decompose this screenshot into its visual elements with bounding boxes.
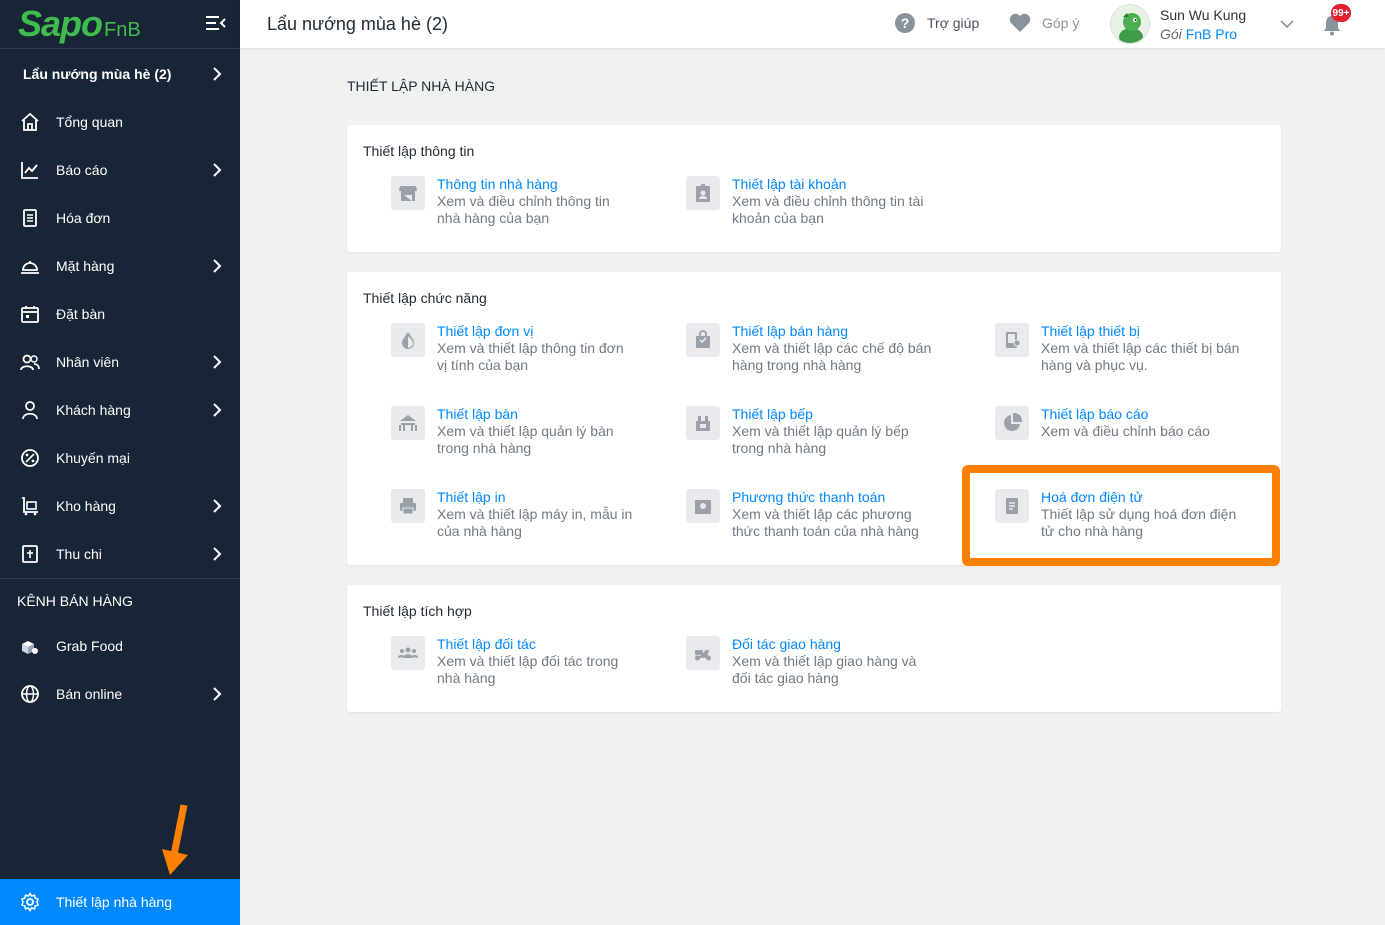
- pie-chart-icon: [995, 406, 1029, 440]
- logo-bar: Sapo FnB: [0, 0, 240, 48]
- staff-icon: [20, 352, 40, 372]
- chevron-down-icon[interactable]: [1280, 17, 1294, 31]
- notification-badge: 99+: [1331, 4, 1351, 22]
- sapo-logo[interactable]: Sapo FnB: [18, 6, 141, 42]
- sales-channel-heading: KÊNH BÁN HÀNG: [0, 578, 240, 622]
- feedback-link[interactable]: Góp ý: [1009, 13, 1079, 33]
- sidebar-item-products[interactable]: Mặt hàng: [0, 242, 240, 290]
- sidebar-item-label: Khuyến mại: [56, 450, 130, 466]
- chevron-right-icon: [213, 66, 222, 81]
- chevron-right-icon: [213, 259, 222, 273]
- e-invoice-highlight-box: [962, 465, 1280, 566]
- menu-collapse-icon[interactable]: [206, 14, 226, 32]
- setting-reports[interactable]: Thiết lập báo cáo Xem và điều chỉnh báo c…: [995, 406, 1255, 440]
- gear-icon: [20, 892, 40, 912]
- invoice-icon: [20, 208, 40, 228]
- sidebar-item-staff[interactable]: Nhân viên: [0, 338, 240, 386]
- chevron-right-icon: [213, 403, 222, 417]
- question-icon: ?: [895, 13, 915, 33]
- table-icon: [391, 406, 425, 440]
- setting-partners[interactable]: Thiết lập đối tác Xem và thiết lập đối tá…: [391, 636, 651, 687]
- drop-icon: [391, 323, 425, 357]
- grabfood-icon: [20, 636, 40, 656]
- card-title: Thiết lập tích hợp: [363, 603, 472, 619]
- sidebar-item-label: Đặt bàn: [56, 306, 106, 322]
- scooter-icon: [686, 636, 720, 670]
- help-link[interactable]: ? Trợ giúp: [895, 13, 979, 33]
- id-badge-icon: [686, 176, 720, 210]
- customer-icon: [20, 400, 40, 420]
- promo-icon: [20, 448, 40, 468]
- sidebar-item-cashbook[interactable]: Thu chi: [0, 530, 240, 578]
- sidebar-item-label: Báo cáo: [56, 162, 108, 178]
- shopping-bag-icon: [686, 323, 720, 357]
- sidebar: Sapo FnB Lẩu nướng mùa hè (2) Tổng quan B…: [0, 0, 240, 925]
- sidebar-item-reports[interactable]: Báo cáo: [0, 146, 240, 194]
- sidebar-item-restaurant-settings[interactable]: Thiết lập nhà hàng: [0, 879, 240, 925]
- sidebar-item-promotions[interactable]: Khuyến mại: [0, 434, 240, 482]
- sidebar-item-label: Khách hàng: [56, 402, 131, 418]
- partners-icon: [391, 636, 425, 670]
- home-icon: [20, 112, 40, 132]
- setting-tables[interactable]: Thiết lập bàn Xem và thiết lập quản lý bà…: [391, 406, 651, 457]
- user-plan: Gói FnB Pro: [1160, 26, 1238, 42]
- sidebar-item-label: Kho hàng: [56, 498, 116, 514]
- kitchen-icon: [686, 406, 720, 440]
- sidebar-item-grabfood[interactable]: Grab Food: [0, 622, 240, 670]
- chevron-right-icon: [213, 163, 222, 177]
- store-selector[interactable]: Lẩu nướng mùa hè (2): [0, 48, 240, 98]
- setting-account[interactable]: Thiết lập tài khoản Xem và điều chỉnh thô…: [686, 176, 946, 227]
- sidebar-item-booking[interactable]: Đặt bàn: [0, 290, 240, 338]
- printer-icon: [391, 489, 425, 523]
- device-icon: [995, 323, 1029, 357]
- sidebar-item-label: Nhân viên: [56, 354, 120, 370]
- setting-sales[interactable]: Thiết lập bán hàng Xem và thiết lập các c…: [686, 323, 946, 374]
- heart-icon: [1009, 13, 1031, 32]
- card-integration-settings: Thiết lập tích hợp Thiết lập đối tác Xem …: [347, 585, 1281, 712]
- cashbook-icon: [20, 544, 40, 564]
- chevron-right-icon: [213, 547, 222, 561]
- sidebar-item-label: Hóa đơn: [56, 210, 111, 226]
- setting-devices[interactable]: Thiết lập thiết bị Xem và thiết lập các t…: [995, 323, 1255, 374]
- sidebar-item-overview[interactable]: Tổng quan: [0, 98, 240, 146]
- setting-kitchen[interactable]: Thiết lập bếp Xem và thiết lập quản lý bế…: [686, 406, 946, 457]
- sidebar-item-label: Thu chi: [56, 546, 102, 562]
- chevron-right-icon: [213, 687, 222, 701]
- dish-icon: [20, 256, 40, 276]
- arrow-down-annotation: [162, 804, 188, 875]
- store-icon: [391, 176, 425, 210]
- sidebar-item-customers[interactable]: Khách hàng: [0, 386, 240, 434]
- page-title: Lẩu nướng mùa hè (2): [267, 14, 448, 34]
- store-name: Lẩu nướng mùa hè (2): [23, 65, 172, 82]
- user-name[interactable]: Sun Wu Kung: [1160, 7, 1246, 23]
- warehouse-icon: [20, 496, 40, 516]
- chart-icon: [20, 160, 40, 180]
- top-header: Lẩu nướng mùa hè (2) ? Trợ giúp Góp ý Su…: [240, 0, 1385, 48]
- sidebar-item-label: Bán online: [56, 686, 123, 702]
- card-title: Thiết lập chức năng: [363, 290, 487, 306]
- card-info-settings: Thiết lập thông tin Thông tin nhà hàng Xe…: [347, 125, 1281, 252]
- chevron-right-icon: [213, 355, 222, 369]
- sidebar-item-label: Mặt hàng: [56, 258, 115, 274]
- sidebar-item-label: Tổng quan: [56, 114, 123, 130]
- calendar-icon: [20, 304, 40, 324]
- setting-printing[interactable]: Thiết lập in Xem và thiết lập máy in, mẫu…: [391, 489, 651, 540]
- sidebar-item-warehouse[interactable]: Kho hàng: [0, 482, 240, 530]
- card-title: Thiết lập thông tin: [363, 143, 475, 159]
- sidebar-item-invoices[interactable]: Hóa đơn: [0, 194, 240, 242]
- setting-payment-methods[interactable]: Phương thức thanh toán Xem và thiết lập c…: [686, 489, 946, 540]
- sidebar-item-online-sales[interactable]: Bán online: [0, 670, 240, 718]
- sidebar-item-label: Thiết lập nhà hàng: [56, 894, 172, 910]
- svg-text:?: ?: [901, 15, 910, 31]
- cash-icon: [686, 489, 720, 523]
- setting-units[interactable]: Thiết lập đơn vị Xem và thiết lập thông t…: [391, 323, 651, 374]
- section-title: THIẾT LẬP NHÀ HÀNG: [347, 78, 496, 94]
- globe-icon: [20, 684, 40, 704]
- setting-restaurant-info[interactable]: Thông tin nhà hàng Xem và điều chỉnh thôn…: [391, 176, 651, 227]
- avatar[interactable]: [1110, 4, 1150, 44]
- sidebar-item-label: Grab Food: [56, 638, 123, 654]
- chevron-right-icon: [213, 499, 222, 513]
- setting-delivery-partners[interactable]: Đối tác giao hàng Xem và thiết lập giao h…: [686, 636, 946, 687]
